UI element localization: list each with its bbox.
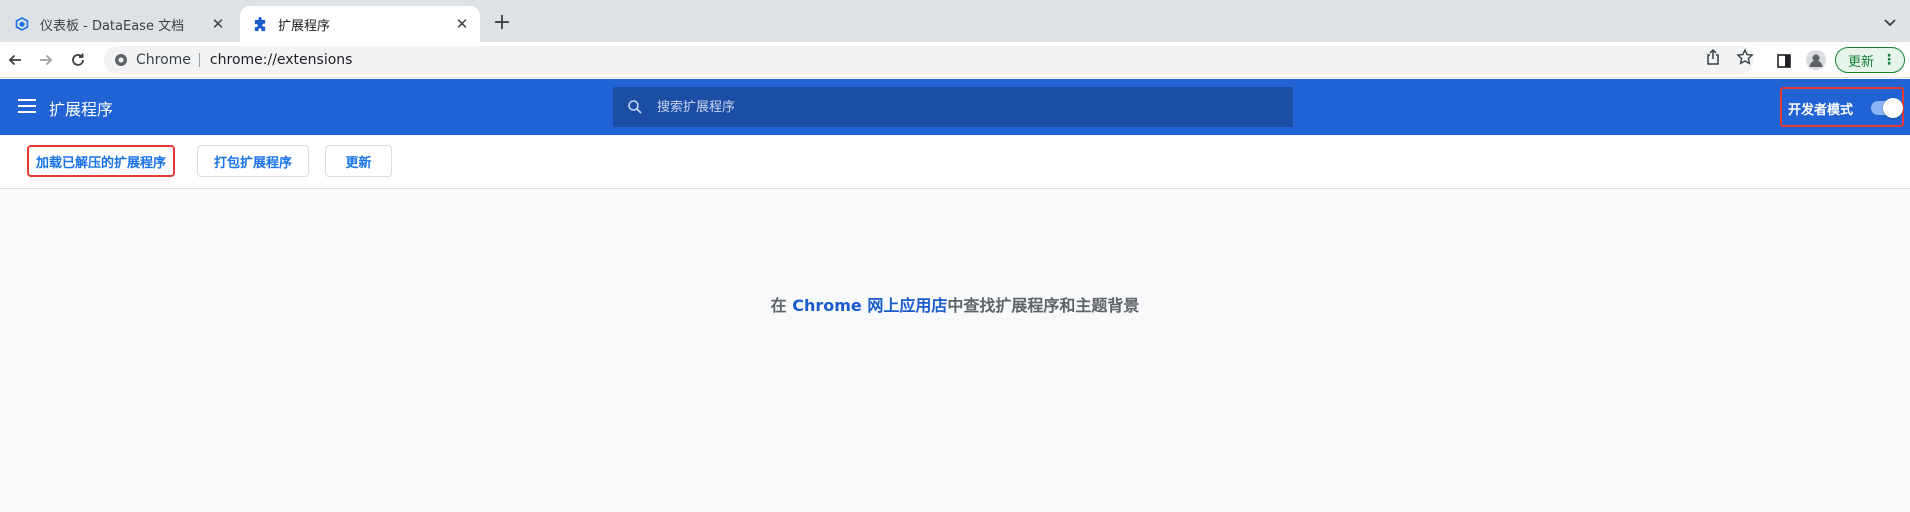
dataease-favicon-icon (14, 16, 30, 32)
page-title: 扩展程序 (49, 100, 114, 119)
menu-icon[interactable] (18, 99, 36, 113)
developer-mode-control: 开发者模式 (1780, 87, 1904, 127)
close-tab-icon[interactable]: ✕ (454, 16, 470, 32)
bookmark-star-icon[interactable] (1736, 48, 1754, 66)
reload-icon[interactable] (68, 50, 88, 70)
tab-title: 扩展程序 (278, 18, 331, 34)
update-label: 更新 (1848, 54, 1875, 70)
new-tab-button[interactable]: + (492, 12, 512, 34)
empty-state-suffix: 中查找扩展程序和主题背景 (947, 296, 1140, 315)
address-bar[interactable]: Chrome chrome://extensions (104, 46, 1754, 74)
developer-mode-toggle[interactable] (1871, 98, 1903, 118)
empty-state-message: 在 Chrome 网上应用店中查找扩展程序和主题背景 (0, 292, 1910, 316)
update-extensions-button[interactable]: 更新 (325, 145, 392, 177)
search-input[interactable] (657, 99, 1257, 115)
puzzle-piece-icon (252, 16, 268, 32)
search-icon (627, 99, 643, 115)
profile-avatar-icon[interactable] (1806, 50, 1826, 70)
action-bar: 加载已解压的扩展程序 打包扩展程序 更新 (0, 135, 1910, 189)
chrome-chip: Chrome (136, 53, 200, 67)
tab-title: 仪表板 - DataEase 文档 (40, 18, 185, 34)
load-unpacked-button[interactable]: 加载已解压的扩展程序 (27, 145, 175, 177)
empty-state-prefix: 在 (770, 296, 793, 315)
browser-toolbar: Chrome chrome://extensions 更新 ⋮ (0, 42, 1910, 78)
chrome-web-store-link[interactable]: Chrome 网上应用店 (792, 296, 947, 315)
tab-strip: 仪表板 - DataEase 文档 ✕ 扩展程序 ✕ + (0, 0, 1910, 42)
toggle-knob (1883, 98, 1903, 118)
side-panel-icon[interactable] (1775, 52, 1793, 70)
tab-search-chevron-icon[interactable] (1882, 14, 1898, 30)
extensions-header: 扩展程序 开发者模式 (0, 79, 1910, 135)
search-box[interactable] (613, 87, 1293, 127)
back-arrow-icon[interactable] (5, 50, 25, 70)
tab-extensions[interactable]: 扩展程序 ✕ (240, 6, 480, 42)
url-text[interactable]: chrome://extensions (210, 52, 353, 68)
chrome-update-button[interactable]: 更新 ⋮ (1835, 47, 1905, 73)
forward-arrow-icon[interactable] (36, 50, 56, 70)
more-menu-icon: ⋮ (1882, 52, 1896, 68)
share-icon[interactable] (1704, 48, 1722, 66)
chrome-site-icon (114, 53, 128, 67)
close-tab-icon[interactable]: ✕ (210, 16, 226, 32)
main-content: 在 Chrome 网上应用店中查找扩展程序和主题背景 (0, 190, 1910, 512)
developer-mode-label: 开发者模式 (1788, 103, 1854, 118)
tab-dataease-docs[interactable]: 仪表板 - DataEase 文档 ✕ (6, 6, 236, 42)
pack-extension-button[interactable]: 打包扩展程序 (197, 145, 309, 177)
